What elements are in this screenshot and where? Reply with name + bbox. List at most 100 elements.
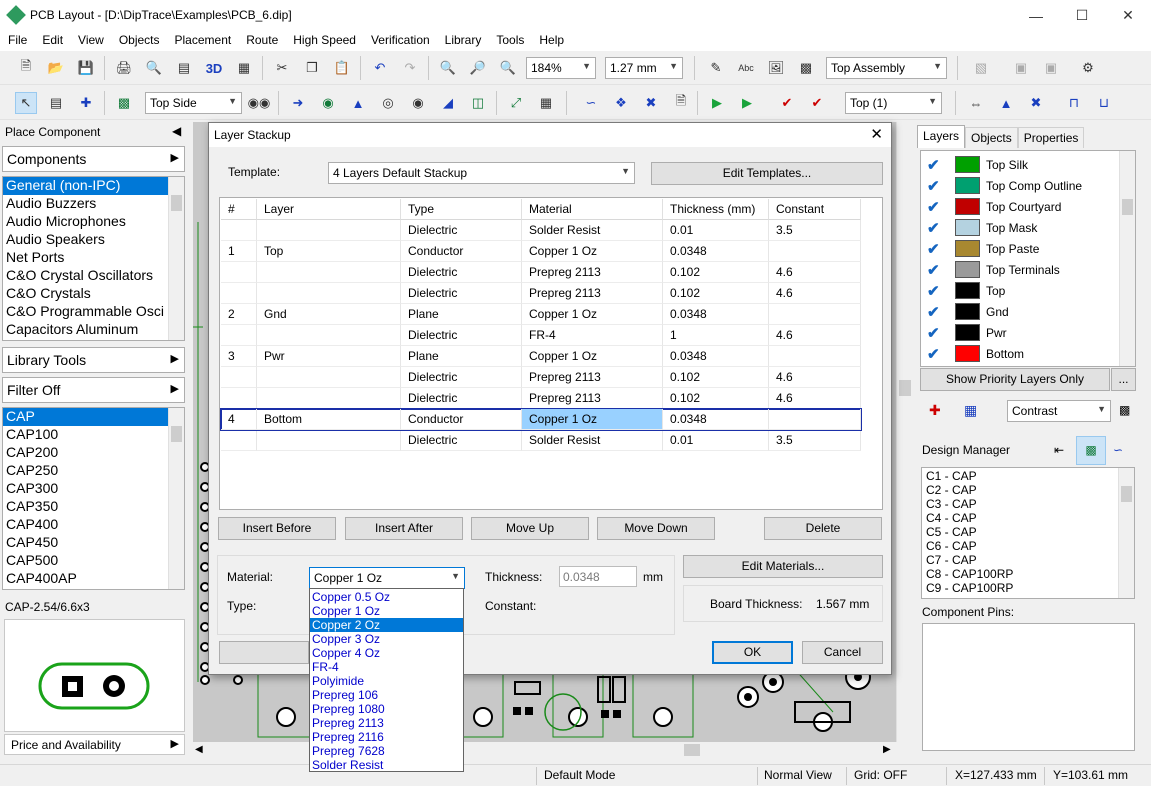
- table-cell-material[interactable]: Copper 1 Oz: [522, 304, 663, 325]
- layer-color-swatch[interactable]: [955, 177, 980, 194]
- design-manager-list[interactable]: C1 - CAP C2 - CAP C3 - CAP C4 - CAP C5 -…: [921, 467, 1135, 599]
- list-item[interactable]: Audio Speakers: [3, 231, 184, 249]
- edit-templates-button[interactable]: Edit Templates...: [651, 162, 883, 185]
- dropdown-option[interactable]: Prepreg 2113: [310, 716, 463, 730]
- signal-icon[interactable]: ⊓: [1063, 92, 1085, 114]
- table-row[interactable]: Dielectric Solder Resist 0.01 3.5: [221, 430, 861, 451]
- copy-icon[interactable]: ❐: [301, 57, 323, 79]
- table-cell-constant[interactable]: [769, 241, 861, 262]
- properties-icon[interactable]: ✎: [705, 57, 727, 79]
- table-cell-layer[interactable]: Bottom: [257, 409, 401, 430]
- layer-color-swatch[interactable]: [955, 282, 980, 299]
- tab-objects[interactable]: Objects: [965, 127, 1018, 148]
- group-icon[interactable]: ▣: [1040, 57, 1062, 79]
- erc-icon[interactable]: ✔: [806, 92, 828, 114]
- insert-after-button[interactable]: Insert After: [345, 517, 463, 540]
- via-icon[interactable]: ◉: [317, 92, 339, 114]
- table-cell-thickness[interactable]: 0.102: [663, 367, 769, 388]
- table-cell-constant[interactable]: [769, 409, 861, 430]
- table-cell-type[interactable]: Dielectric: [401, 325, 522, 346]
- table-cell-layer[interactable]: Pwr: [257, 346, 401, 367]
- library-list[interactable]: General (non-IPC) Audio Buzzers Audio Mi…: [2, 176, 185, 341]
- table-cell-constant[interactable]: [769, 346, 861, 367]
- dropdown-option[interactable]: Copper 0.5 Oz: [310, 590, 463, 604]
- table-cell-constant[interactable]: 4.6: [769, 262, 861, 283]
- layer-row[interactable]: ✔ Top Silk: [922, 154, 1116, 175]
- table-cell-layer[interactable]: [257, 388, 401, 409]
- menu-verification[interactable]: Verification: [363, 31, 437, 51]
- layer-row[interactable]: ✔ Top Mask: [922, 217, 1116, 238]
- list-item[interactable]: C4 - CAP: [926, 511, 1130, 525]
- table-cell-thickness[interactable]: 0.01: [663, 220, 769, 241]
- layer-swap-icon[interactable]: ✖: [1025, 92, 1047, 114]
- ruler-icon[interactable]: ▤: [45, 92, 67, 114]
- list-item[interactable]: General (non-IPC): [3, 177, 184, 195]
- table-cell-constant[interactable]: 4.6: [769, 367, 861, 388]
- menu-file[interactable]: File: [0, 31, 34, 51]
- dropdown-option[interactable]: FR-4: [310, 660, 463, 674]
- menu-edit[interactable]: Edit: [34, 31, 70, 51]
- image-icon[interactable]: 🖼: [765, 57, 787, 79]
- save-icon[interactable]: 💾: [75, 57, 97, 79]
- dropdown-option[interactable]: Solder Resist: [310, 758, 463, 772]
- dropdown-option[interactable]: Copper 4 Oz: [310, 646, 463, 660]
- table-cell-num[interactable]: [221, 388, 257, 409]
- tab-properties[interactable]: Properties: [1017, 127, 1085, 148]
- table-cell-constant[interactable]: [769, 304, 861, 325]
- layer-color-swatch[interactable]: [955, 261, 980, 278]
- table-row[interactable]: Dielectric Prepreg 2113 0.102 4.6: [221, 367, 861, 388]
- layer-color-swatch[interactable]: [955, 303, 980, 320]
- list-item[interactable]: CAP200: [3, 444, 184, 462]
- table-cell-thickness[interactable]: 0.01: [663, 430, 769, 451]
- table-cell-num[interactable]: [221, 262, 257, 283]
- table-cell-constant[interactable]: 3.5: [769, 430, 861, 451]
- list-item[interactable]: CAP300: [3, 480, 184, 498]
- table-cell-layer[interactable]: [257, 220, 401, 241]
- table-row[interactable]: Dielectric Prepreg 2113 0.102 4.6: [221, 262, 861, 283]
- component-pins-list[interactable]: [922, 623, 1135, 751]
- table-cell-constant[interactable]: 4.6: [769, 283, 861, 304]
- table-cell-num[interactable]: [221, 325, 257, 346]
- layer-row[interactable]: ✔ Top Paste: [922, 238, 1116, 259]
- menu-tools[interactable]: Tools: [488, 31, 531, 51]
- table-cell-material[interactable]: Solder Resist: [522, 220, 663, 241]
- table-cell-layer[interactable]: [257, 262, 401, 283]
- column-header[interactable]: #: [221, 199, 257, 220]
- run-doc-icon[interactable]: ▶: [736, 92, 758, 114]
- table-cell-material[interactable]: Copper 1 Oz: [522, 409, 663, 430]
- layers-list[interactable]: ✔ Top Silk ✔ Top Comp Outline ✔ Top Courtya…: [920, 150, 1136, 367]
- table-row[interactable]: 3 Pwr Plane Copper 1 Oz 0.0348: [221, 346, 861, 367]
- report-icon[interactable]: ▤: [173, 57, 195, 79]
- close-button[interactable]: ✕: [1105, 0, 1151, 31]
- table-cell-type[interactable]: Plane: [401, 304, 522, 325]
- table-cell-type[interactable]: Conductor: [401, 241, 522, 262]
- table-cell-material[interactable]: Prepreg 2113: [522, 262, 663, 283]
- menu-placement[interactable]: Placement: [167, 31, 239, 51]
- menu-objects[interactable]: Objects: [111, 31, 167, 51]
- layer-color-swatch[interactable]: [955, 324, 980, 341]
- table-row[interactable]: Dielectric Prepreg 2113 0.102 4.6: [221, 388, 861, 409]
- side-select[interactable]: Top Side ▼: [145, 92, 242, 114]
- parts-list[interactable]: CAP CAP100 CAP200 CAP250 CAP300 CAP350 C…: [2, 407, 185, 590]
- table-cell-thickness[interactable]: 0.0348: [663, 241, 769, 262]
- table-cell-layer[interactable]: Gnd: [257, 304, 401, 325]
- layer-row[interactable]: ✔ Top: [922, 280, 1116, 301]
- list-item[interactable]: Capacitors Aluminum: [3, 321, 184, 339]
- layer-up-icon[interactable]: ▲: [995, 92, 1017, 114]
- stackup-table[interactable]: # Layer Type Material Thickness (mm) Con…: [219, 197, 883, 510]
- table-cell-thickness[interactable]: 0.0348: [663, 409, 769, 430]
- table-cell-num[interactable]: [221, 283, 257, 304]
- grid-select[interactable]: 1.27 mm ▼: [605, 57, 683, 79]
- column-header[interactable]: Layer: [257, 199, 401, 220]
- check-icon[interactable]: ✔: [927, 177, 940, 195]
- list-item[interactable]: C2 - CAP: [926, 483, 1130, 497]
- table-cell-material[interactable]: Prepreg 2113: [522, 283, 663, 304]
- collapse-tree-icon[interactable]: ⇤: [1054, 443, 1064, 457]
- table-cell-constant[interactable]: 4.6: [769, 325, 861, 346]
- move-down-button[interactable]: Move Down: [597, 517, 715, 540]
- column-header[interactable]: Thickness (mm): [663, 199, 769, 220]
- table-cell-type[interactable]: Plane: [401, 346, 522, 367]
- list-item[interactable]: CAP100: [3, 426, 184, 444]
- table-cell-layer[interactable]: [257, 325, 401, 346]
- table-cell-type[interactable]: Dielectric: [401, 283, 522, 304]
